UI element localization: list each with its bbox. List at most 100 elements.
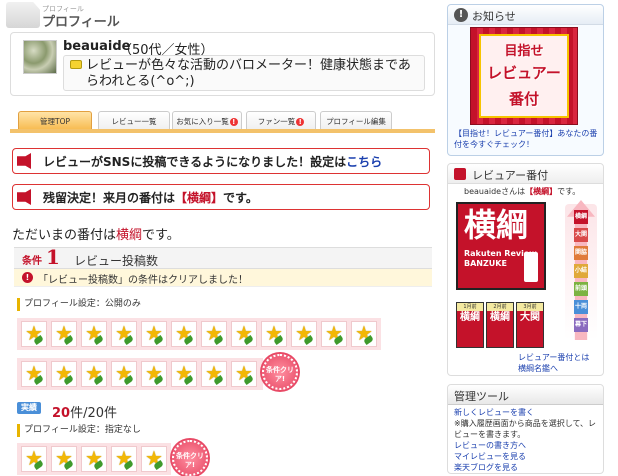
reviewer-banzuke-banner[interactable]: 目指せ レビュアー 番付 — [470, 27, 578, 125]
rank-notice-prefix: 残留決定！来月の番付は — [43, 191, 176, 205]
tab-label: 管理TOP — [39, 117, 70, 126]
rakuten-blog-link[interactable]: 楽天ブログを見る — [454, 462, 602, 473]
news-caption-link[interactable]: 【目指せ！レビュアー番付】あなたの番付を今すぐチェック！ — [454, 128, 600, 150]
news-panel: ! お知らせ 目指せ レビュアー 番付 【目指せ！レビュアー番付】あなたの番付を… — [447, 4, 604, 156]
star-row-1 — [17, 318, 381, 350]
yokozuna-kanji: 横綱 — [464, 206, 529, 244]
setting-public-label: プロフィール設定：公開のみ — [17, 298, 141, 311]
review-star-icon[interactable] — [231, 321, 257, 347]
bio-text: レビューが色々な活動のバロメーター！健康状態まであらわれとる(^o^;) — [86, 58, 411, 89]
yokozuna-badge: 横綱 Rakuten Review BANZUKE — [456, 202, 546, 290]
speech-bubble-icon — [70, 60, 82, 69]
review-star-icon[interactable] — [141, 361, 167, 387]
review-star-icon[interactable] — [261, 321, 287, 347]
ladder-rung: 小結 — [574, 264, 588, 278]
review-star-icon[interactable] — [141, 446, 167, 472]
clear-badge: 条件クリア! — [172, 440, 208, 476]
alert-icon: ! — [229, 118, 238, 126]
current-rank-prefix: ただいまの番付は — [12, 228, 117, 243]
month-rank: 横綱 — [490, 312, 510, 323]
tab-fans[interactable]: ファン一覧! — [246, 111, 316, 131]
review-star-icon[interactable] — [291, 321, 317, 347]
review-star-icon[interactable] — [111, 321, 137, 347]
review-star-icon[interactable] — [351, 321, 377, 347]
monthly-rank: 2月前 横綱 — [486, 302, 514, 348]
review-star-icon[interactable] — [51, 446, 77, 472]
page-title: プロフィール — [42, 15, 120, 30]
ladder-rung: 関脇 — [574, 246, 588, 260]
banzuke-user-suffix: です。 — [557, 187, 581, 196]
review-guide-link[interactable]: レビューの書き方へ — [454, 440, 602, 451]
tab-favorites[interactable]: お気に入り一覧! — [172, 111, 242, 131]
month-label: 3月前 — [517, 303, 543, 311]
review-star-icon[interactable] — [51, 361, 77, 387]
review-star-icon[interactable] — [321, 321, 347, 347]
star-row-3 — [17, 443, 171, 475]
review-star-icon[interactable] — [81, 321, 107, 347]
review-star-icon[interactable] — [111, 446, 137, 472]
review-star-icon[interactable] — [81, 446, 107, 472]
ladder-rung: 前頭 — [574, 282, 588, 296]
my-reviews-link[interactable]: マイレビューを見る — [454, 451, 602, 462]
achievement-total: 件/20件 — [70, 406, 118, 421]
rank-notice-text: 残留決定！来月の番付は【横綱】です。 — [43, 189, 258, 206]
review-star-icon[interactable] — [21, 361, 47, 387]
tab-review-list[interactable]: レビュー一覧 — [98, 111, 170, 131]
write-review-link[interactable]: 新しくレビューを書く — [454, 407, 602, 418]
current-rank-suffix: です。 — [142, 228, 180, 243]
banzuke-user-line: beauaideさんは【横綱】です。 — [464, 186, 580, 197]
sns-settings-link[interactable]: こちら — [346, 155, 382, 169]
banzuke-links: レビュアー番付とは 横綱名鑑へ — [518, 352, 589, 374]
review-star-icon[interactable] — [51, 321, 77, 347]
banzuke-panel: レビュアー番付 beauaideさんは【横綱】です。 横綱 Rakuten Re… — [447, 163, 604, 376]
tab-admin-top[interactable]: 管理TOP — [18, 111, 92, 131]
banner-inner: 目指せ レビュアー 番付 — [479, 34, 569, 118]
review-star-icon[interactable] — [201, 361, 227, 387]
banzuke-header: レビュアー番付 — [448, 164, 603, 184]
current-rank-line: ただいまの番付は横綱です。 — [12, 224, 180, 243]
review-star-icon[interactable] — [21, 446, 47, 472]
current-rank-value: 横綱 — [116, 228, 143, 243]
alert-icon: ! — [296, 118, 305, 126]
yokozuna-directory-link[interactable]: 横綱名鑑へ — [518, 363, 589, 374]
tab-profile-edit[interactable]: プロフィール編集 — [320, 111, 392, 131]
monthly-rank: 3月前 大関 — [516, 302, 544, 348]
review-star-icon[interactable] — [81, 361, 107, 387]
tools-title: 管理ツール — [454, 390, 509, 403]
avatar[interactable] — [23, 40, 57, 74]
ladder-rung: 大関 — [574, 228, 588, 242]
star-row-2 — [17, 358, 263, 390]
tools-panel: 管理ツール 新しくレビューを書く ※購入履歴画面から商品を選択して、レビューを書… — [447, 384, 604, 474]
rank-ladder: 横綱 大関 関脇 小結 前頭 十両 幕下 — [565, 200, 597, 340]
tab-label: お気に入り一覧 — [176, 117, 229, 126]
review-star-icon[interactable] — [21, 321, 47, 347]
achievement-count-value: 20 — [52, 406, 71, 421]
ladder-rung: 十両 — [574, 300, 588, 314]
page-header: プロフィール プロフィール — [0, 0, 440, 30]
review-star-icon[interactable] — [171, 321, 197, 347]
profile-logo-icon — [6, 2, 40, 28]
review-star-icon[interactable] — [201, 321, 227, 347]
banzuke-about-link[interactable]: レビュアー番付とは — [518, 352, 589, 363]
megaphone-icon — [17, 153, 31, 169]
tab-label: プロフィール編集 — [326, 117, 386, 126]
sns-notice-label: レビューがSNSに投稿できるようになりました！設定は — [43, 155, 347, 169]
ladder-rung: 横綱 — [574, 210, 588, 224]
review-star-icon[interactable] — [141, 321, 167, 347]
tab-label: レビュー一覧 — [111, 117, 157, 126]
sns-notice-text: レビューがSNSに投稿できるようになりました！設定はこちら — [43, 153, 382, 170]
banzuke-icon — [454, 168, 466, 180]
ladder-rung: 幕下 — [574, 318, 588, 332]
review-star-icon[interactable] — [171, 361, 197, 387]
condition-name: レビュー投稿数 — [74, 254, 159, 268]
review-star-icon[interactable] — [111, 361, 137, 387]
bio-box: レビューが色々な活動のバロメーター！健康状態まであらわれとる(^o^;) — [63, 55, 425, 91]
traffic-signal-icon — [524, 252, 538, 282]
month-label: 2月前 — [487, 303, 513, 311]
news-header: ! お知らせ — [448, 5, 603, 25]
tools-list: 新しくレビューを書く ※購入履歴画面から商品を選択して、レビューを書きます。 レ… — [454, 407, 602, 473]
condition-number: 1 — [46, 245, 60, 269]
sns-notice: レビューがSNSに投稿できるようになりました！設定はこちら — [12, 148, 430, 174]
clear-message-text: 「レビュー投稿数」の条件はクリアしました！ — [38, 275, 248, 286]
review-star-icon[interactable] — [231, 361, 257, 387]
